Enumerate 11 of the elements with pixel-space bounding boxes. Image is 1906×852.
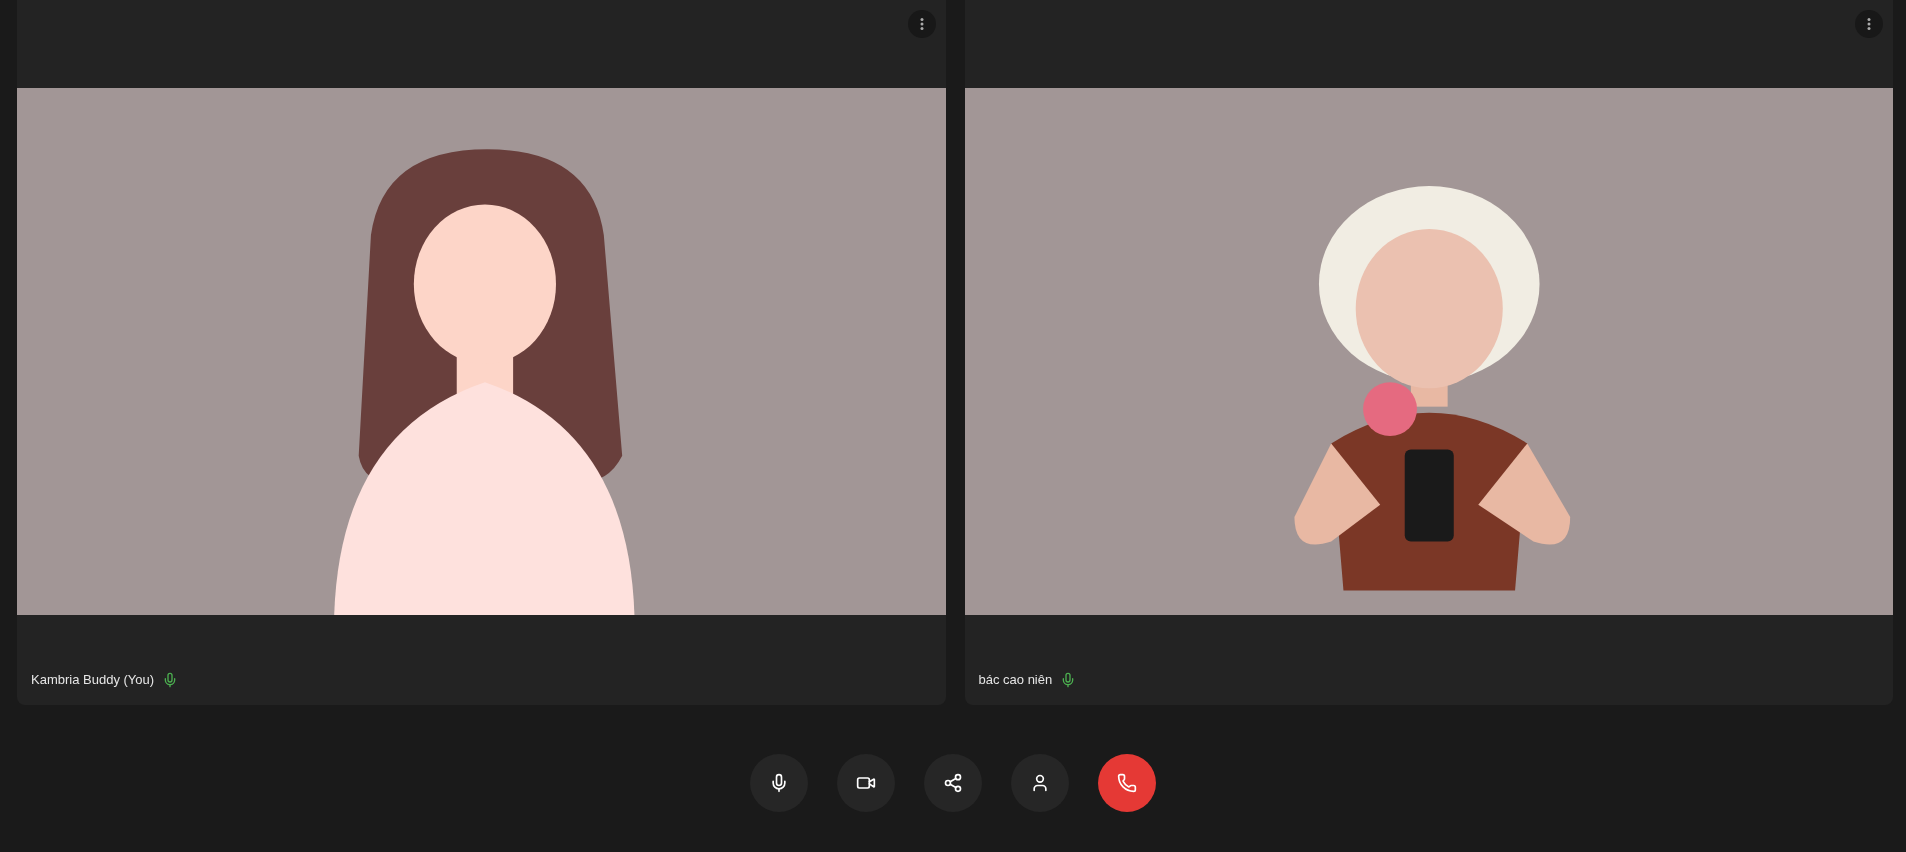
participant-name: bác cao niên [978, 671, 1053, 690]
more-options-button[interactable] [907, 10, 936, 38]
person-icon [1030, 772, 1050, 793]
more-options-icon [919, 18, 924, 30]
participant-name: Kambria Buddy (You) [31, 671, 155, 690]
microphone-icon [769, 772, 789, 793]
hang-up-button[interactable] [1098, 753, 1156, 812]
more-options-button[interactable] [1855, 10, 1883, 38]
more-options-icon [1867, 18, 1871, 30]
phone-icon [1117, 772, 1137, 793]
share-icon [943, 772, 963, 793]
